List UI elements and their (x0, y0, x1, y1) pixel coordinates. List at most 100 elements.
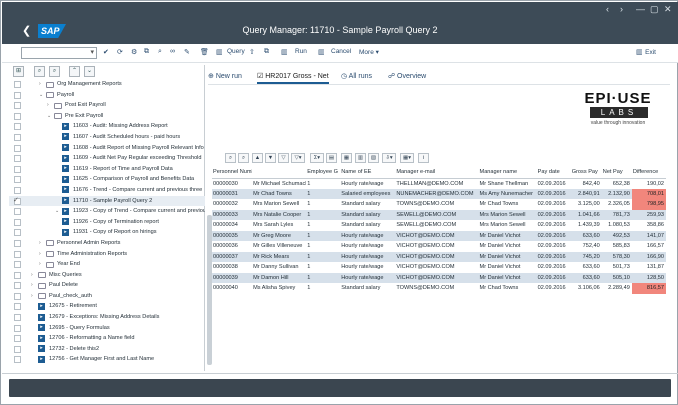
tree-checkbox[interactable] (14, 271, 21, 279)
tree-search-icon[interactable]: ⌕ (34, 66, 45, 77)
sort-desc-icon[interactable]: ▼ (265, 153, 276, 163)
chevron-right-icon[interactable]: › (620, 4, 623, 14)
column-header[interactable]: Gross Pay (570, 167, 602, 179)
table-row[interactable]: 00000038 Mr Danny Sullivan 1 Hourly rate/wa… (212, 262, 666, 273)
trash-icon[interactable]: ▥ (216, 48, 223, 56)
tree-item[interactable]: ✓ ▸ 11710 - Sample Payroll Query 2 (9, 195, 205, 207)
chevron-down-icon[interactable]: ⌄ (47, 111, 51, 122)
chevron-down-icon[interactable]: ⌄ (39, 90, 43, 101)
filter-dropdown-icon[interactable]: ▽▾ (291, 153, 305, 163)
layers-icon[interactable]: ⧉ (144, 48, 149, 56)
tree-item[interactable]: ▸ 12732 - Delete this2 (9, 344, 205, 355)
table-row[interactable]: 00000037 Mr Rick Mears 1 Hourly rate/wage VI… (212, 251, 666, 262)
table-row[interactable]: 00000040 Ms Alisha Spivey 1 Standard salary… (212, 283, 666, 294)
tree-checkbox[interactable] (14, 218, 21, 226)
minimize-icon[interactable]: — (636, 4, 645, 14)
tree-checkbox[interactable] (14, 91, 21, 99)
cancel-button[interactable]: Cancel (331, 48, 351, 55)
tree-item[interactable]: › Personnel Admin Reports (9, 238, 205, 249)
chevron-right-icon[interactable]: › (31, 291, 33, 302)
exit-button[interactable]: Exit (645, 49, 656, 56)
tree-checkbox[interactable] (14, 102, 21, 110)
column-header[interactable]: Difference (631, 167, 666, 179)
chevron-right-icon[interactable]: › (31, 270, 33, 281)
table-row[interactable]: 00000033 Mrs Natalie Cooper 1 Standard sala… (212, 209, 666, 220)
collapse-icon[interactable]: ⌃ (69, 66, 80, 77)
tree-checkbox[interactable] (14, 112, 21, 120)
query-button[interactable]: Query (227, 48, 245, 55)
delete-icon[interactable]: 🗑 (200, 48, 209, 56)
tree-checkbox[interactable] (14, 282, 21, 290)
table-row[interactable]: 00000030 Mr Michael Schumacher1 Hourly rat… (212, 178, 666, 189)
details-icon[interactable]: ⌕ (225, 153, 236, 163)
chevron-right-icon[interactable]: › (31, 280, 33, 291)
tree-checkbox[interactable] (14, 261, 21, 269)
tree-item[interactable]: ▸ 11931 - Copy of Report on hirings (9, 227, 205, 238)
glasses-icon[interactable]: ∞ (170, 48, 175, 55)
checkmark-icon[interactable]: ✔ (103, 48, 109, 56)
export-dropdown-icon[interactable]: ⇩▾ (382, 153, 396, 163)
close-icon[interactable]: ✕ (664, 4, 672, 15)
tree-checkbox[interactable] (14, 176, 21, 184)
tree-select-icon[interactable]: ⊞ (13, 66, 24, 77)
tree-checkbox[interactable] (14, 345, 21, 353)
tab-all-runs[interactable]: ◷ All runs (341, 72, 372, 80)
column-header[interactable]: Personnel Number (212, 167, 253, 179)
tree-item[interactable]: › Paul Delete (9, 280, 205, 291)
edit-icon[interactable]: ✎ (184, 48, 190, 56)
column-header[interactable]: Manager name (478, 167, 537, 179)
tree-item[interactable]: ▸ 11603 - Audit: Missing Address Report (9, 121, 205, 132)
cancel-icon[interactable]: ▥ (318, 48, 325, 56)
copy-icon[interactable]: ⧉ (264, 48, 269, 56)
variant-icon[interactable]: ⚙ (131, 48, 137, 56)
tree-checkbox[interactable] (14, 250, 21, 258)
tree-checkbox[interactable] (14, 335, 21, 343)
upload-icon[interactable]: ⇧ (249, 48, 255, 56)
tree-checkbox[interactable] (14, 356, 21, 364)
tree-item[interactable]: › Post Exit Payroll (9, 100, 205, 111)
more-button[interactable]: More ▾ (359, 48, 379, 56)
column-header[interactable]: Net Pay (601, 167, 632, 179)
command-field[interactable] (21, 47, 97, 59)
tree-item[interactable]: ▸ 12679 - Exceptions: Missing Address Det… (9, 312, 205, 323)
tree-item[interactable]: ▸ 11676 - Trend - Compare current and pre… (9, 185, 205, 196)
tree-checkbox[interactable] (14, 165, 21, 173)
chevron-right-icon[interactable]: › (39, 249, 41, 260)
tree-item[interactable]: ▸ 12695 - Query Formulas (9, 323, 205, 334)
tree-item[interactable]: ▸ 11619 - Report of Time and Payroll Data (9, 164, 205, 175)
filter-icon[interactable]: ▽ (278, 153, 289, 163)
tree-item[interactable]: ▸ 12756 - Get Manager First and Last Name (9, 354, 205, 365)
tree-checkbox[interactable] (14, 314, 21, 322)
table-row[interactable]: 00000036 Mr Gilles Villeneuve 1 Hourly rate… (212, 241, 666, 252)
tree-checkbox[interactable] (14, 229, 21, 237)
tree-item[interactable]: ▸ 11625 - Comparison of Payroll and Benef… (9, 174, 205, 185)
tree-item[interactable]: ⌄ Pre Exit Payroll (9, 111, 205, 122)
graphic-icon[interactable]: ▧ (368, 153, 379, 163)
tab-hr2017-gross-net[interactable]: ☑ HR2017 Gross - Net (257, 72, 329, 84)
sort-asc-icon[interactable]: ▲ (252, 153, 263, 163)
print-icon[interactable]: ▦ (341, 153, 352, 163)
column-header[interactable]: Manager e-mail (395, 167, 479, 179)
tree-item[interactable]: › Time Administration Reports (9, 249, 205, 260)
refresh-icon[interactable]: ⟳ (117, 48, 123, 56)
tree-checkbox[interactable] (14, 123, 21, 131)
tab-overview[interactable]: ☍ Overview (388, 72, 426, 80)
chevron-down-icon[interactable]: ⌄ (55, 206, 59, 217)
tree-item[interactable]: ▸ 12706 - Reformatting a Name field (9, 333, 205, 344)
table-row[interactable]: 00000035 Mr Greg Moore 1 Hourly rate/wage VI… (212, 230, 666, 241)
table-row[interactable]: 00000039 Mr Damon Hill 1 Hourly rate/wage VI… (212, 272, 666, 283)
chevron-right-icon[interactable]: › (39, 79, 41, 90)
tree-item[interactable]: ⌄ ▸ 11923 - Copy of Trend - Compare curren… (9, 206, 205, 217)
table-row[interactable]: 00000032 Mrs Marion Sewell 1 Standard salar… (212, 199, 666, 210)
tree-item[interactable]: ▸ 11608 - Audit Report of Missing Payroll… (9, 143, 205, 154)
tree-checkbox[interactable] (14, 239, 21, 247)
tree-checkbox[interactable] (14, 155, 21, 163)
run-icon[interactable]: ▥ (281, 48, 288, 56)
chevron-right-icon[interactable]: › (39, 238, 41, 249)
search-icon[interactable]: ⌕ (158, 48, 162, 56)
exit-icon[interactable]: ▥ (636, 48, 643, 56)
column-header[interactable]: Pay date (536, 167, 571, 179)
tree-find-next-icon[interactable]: ⌕ (49, 66, 60, 77)
tree-item[interactable]: ▸ 11609 - Audit Net Pay Regular exceeding… (9, 153, 205, 164)
tree-checkbox[interactable] (14, 81, 21, 88)
